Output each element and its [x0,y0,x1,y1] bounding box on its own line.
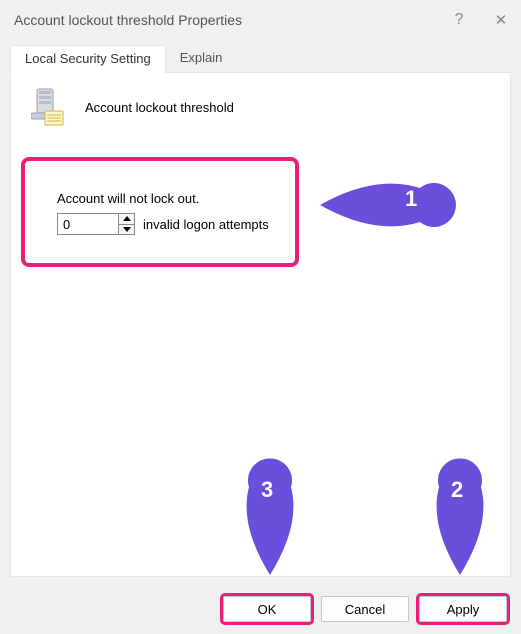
ok-button[interactable]: OK [223,596,311,622]
policy-title: Account lockout threshold [85,100,234,115]
tab-strip: Local Security Setting Explain [10,44,511,73]
tab-local-security-setting[interactable]: Local Security Setting [10,45,166,73]
server-policy-icon [31,87,67,127]
titlebar-title: Account lockout threshold Properties [14,12,447,28]
titlebar: Account lockout threshold Properties ? ✕ [0,0,521,40]
spinner-buttons [118,214,134,234]
close-icon[interactable]: ✕ [489,11,513,29]
properties-dialog: Account lockout threshold Properties ? ✕… [0,0,521,634]
apply-button[interactable]: Apply [419,596,507,622]
spinner-up-button[interactable] [119,214,134,225]
policy-header: Account lockout threshold [31,87,494,127]
no-lockout-label: Account will not lock out. [57,191,273,206]
threshold-suffix-label: invalid logon attempts [143,217,269,232]
spinner-down-button[interactable] [119,225,134,235]
threshold-row: invalid logon attempts [57,213,273,235]
threshold-spinner[interactable] [57,213,135,235]
tab-explain[interactable]: Explain [166,45,237,73]
help-icon[interactable]: ? [447,11,471,29]
cancel-button[interactable]: Cancel [321,596,409,622]
annotation-highlight-box: Account will not lock out. invalid logon… [21,157,299,267]
threshold-input[interactable] [58,214,118,234]
tab-panel: Account lockout threshold Account will n… [10,73,511,577]
dialog-button-row: OK Cancel Apply [223,596,507,622]
titlebar-controls: ? ✕ [447,11,513,29]
